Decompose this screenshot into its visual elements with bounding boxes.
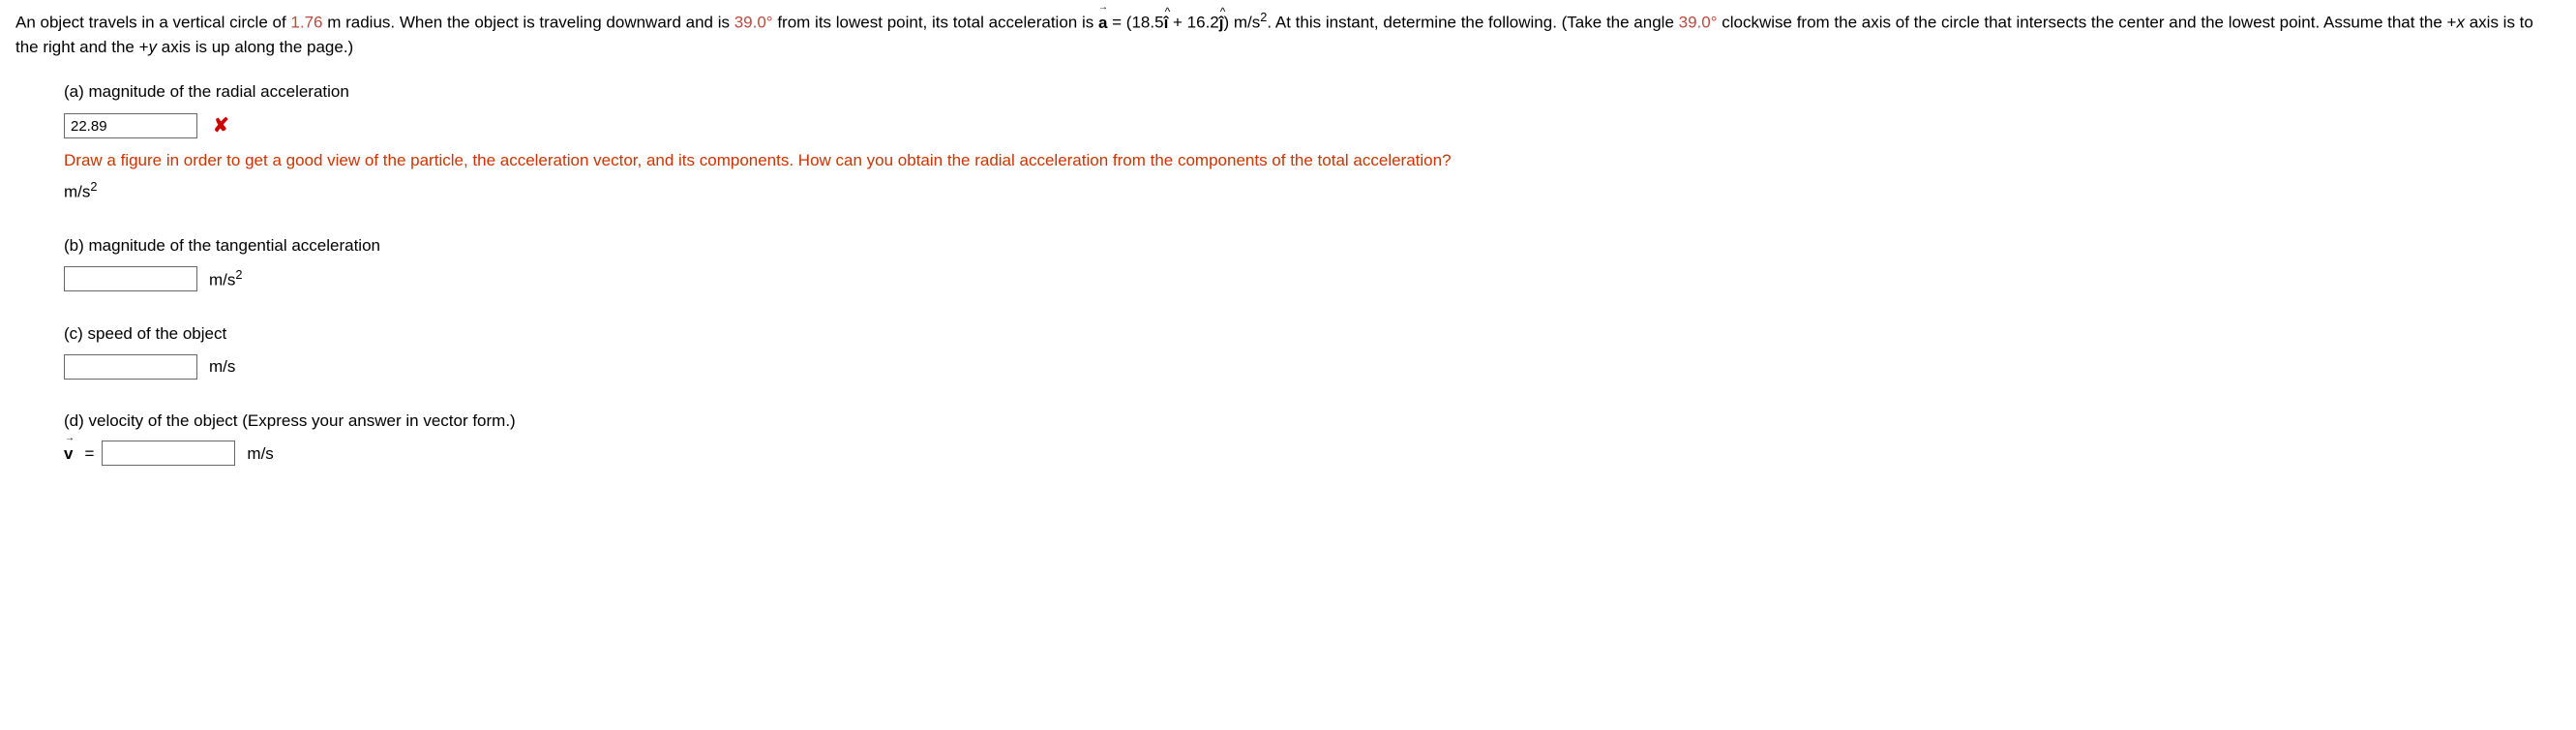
radius-value: 1.76: [290, 14, 322, 32]
part-a-feedback: Draw a figure in order to get a good vie…: [64, 148, 2561, 173]
part-c: (c) speed of the object m/s: [64, 321, 2561, 380]
part-a: (a) magnitude of the radial acceleration…: [64, 79, 2561, 204]
accel-expr-3: ) m/s: [1224, 14, 1261, 32]
problem-text-1: An object travels in a vertical circle o…: [15, 14, 290, 32]
accel-expr-2: + 16.2: [1168, 14, 1218, 32]
j-hat-symbol: ĵ: [1219, 11, 1224, 36]
problem-text-2: m radius. When the object is traveling d…: [323, 14, 734, 32]
problem-text-7: axis is up along the page.): [157, 38, 353, 56]
part-d-input-row: v = m/s: [64, 441, 2561, 466]
problem-text-3: from its lowest point, its total acceler…: [773, 14, 1098, 32]
part-b-unit: m/s2: [209, 265, 242, 292]
part-a-label: (a) magnitude of the radial acceleration: [64, 79, 2561, 105]
part-a-input[interactable]: [64, 113, 197, 138]
incorrect-icon: ✘: [213, 111, 229, 140]
part-d-input[interactable]: [102, 441, 235, 466]
part-b-input[interactable]: [64, 266, 197, 291]
vector-a-symbol: a: [1098, 11, 1107, 36]
part-b-label: (b) magnitude of the tangential accelera…: [64, 233, 2561, 259]
problem-statement: An object travels in a vertical circle o…: [15, 8, 2561, 60]
i-hat-symbol: î: [1164, 11, 1169, 36]
part-d-unit: m/s: [247, 441, 273, 467]
y-variable: y: [149, 38, 158, 56]
part-a-unit: m/s2: [64, 177, 2561, 204]
problem-text-5: clockwise from the axis of the circle th…: [1718, 14, 2457, 32]
part-c-input-row: m/s: [64, 354, 2561, 380]
parts-container: (a) magnitude of the radial acceleration…: [15, 79, 2561, 467]
angle-value-2: 39.0°: [1679, 14, 1718, 32]
part-c-label: (c) speed of the object: [64, 321, 2561, 347]
vector-v-symbol: v: [64, 441, 73, 467]
x-variable: x: [2456, 14, 2465, 32]
part-c-input[interactable]: [64, 354, 197, 380]
accel-expr-1: = (18.5: [1107, 14, 1163, 32]
part-d-label: (d) velocity of the object (Express your…: [64, 409, 2561, 434]
angle-value-1: 39.0°: [734, 14, 773, 32]
part-a-input-row: ✘: [64, 111, 2561, 140]
equals-sign: =: [84, 441, 94, 467]
part-b: (b) magnitude of the tangential accelera…: [64, 233, 2561, 293]
part-d: (d) velocity of the object (Express your…: [64, 409, 2561, 467]
part-b-input-row: m/s2: [64, 265, 2561, 292]
part-c-unit: m/s: [209, 354, 235, 380]
problem-text-4: . At this instant, determine the followi…: [1267, 14, 1678, 32]
